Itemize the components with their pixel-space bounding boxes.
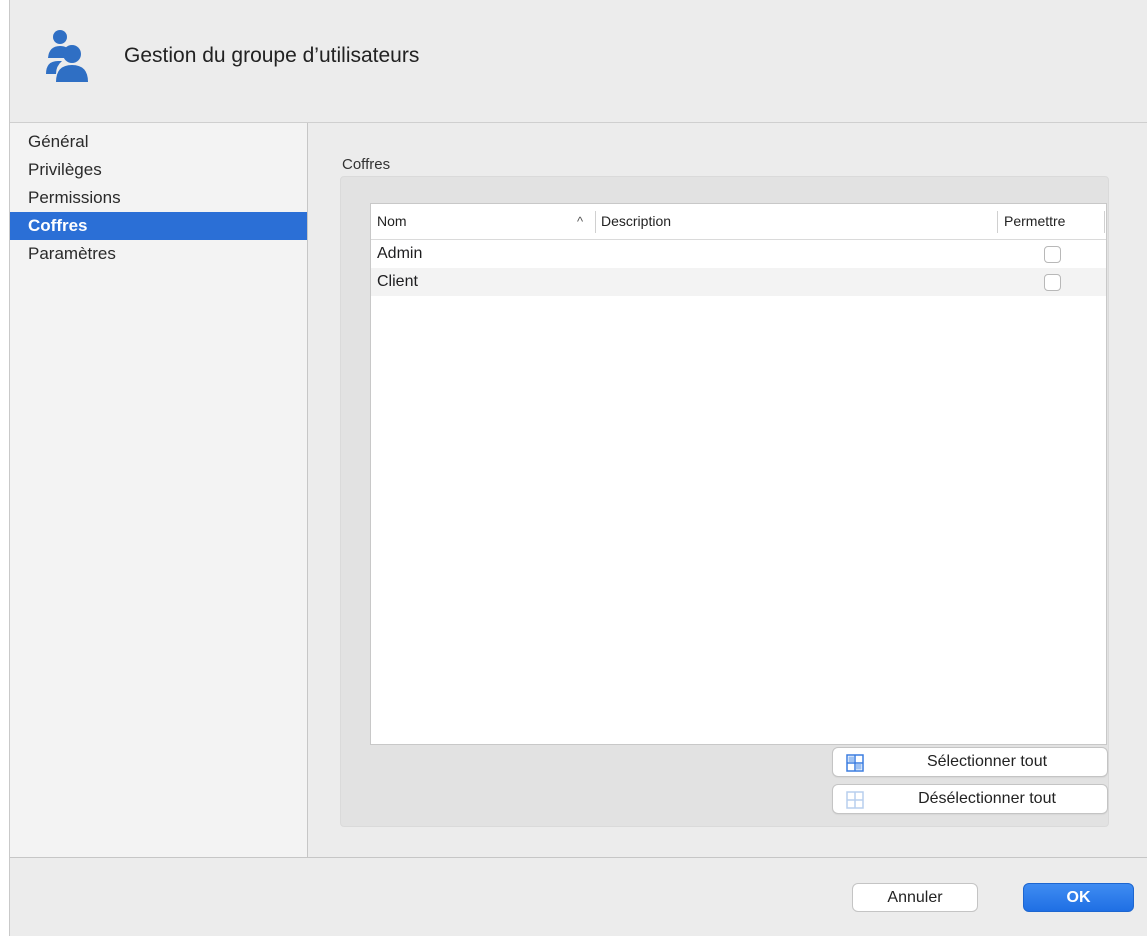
select-all-label: Sélectionner tout bbox=[926, 753, 1048, 770]
column-divider[interactable] bbox=[997, 211, 998, 233]
dialog-footer: Annuler OK bbox=[10, 857, 1147, 936]
coffres-table[interactable]: Nom ^ Description Permettre Admin Client bbox=[370, 203, 1107, 745]
permettre-checkbox[interactable] bbox=[1044, 274, 1061, 291]
column-divider[interactable] bbox=[1104, 211, 1105, 233]
group-label: Coffres bbox=[342, 156, 391, 173]
table-row[interactable]: Client bbox=[371, 268, 1106, 296]
sidebar-item-coffres[interactable]: Coffres bbox=[10, 212, 307, 240]
main-content: Coffres Nom ^ Description Permettre Admi… bbox=[308, 123, 1147, 857]
cancel-button[interactable]: Annuler bbox=[852, 883, 978, 912]
sidebar-item-parametres[interactable]: Paramètres bbox=[10, 240, 307, 268]
column-divider[interactable] bbox=[595, 211, 596, 233]
users-group-icon bbox=[46, 30, 88, 82]
dialog-header: Gestion du groupe d’utilisateurs bbox=[10, 0, 1147, 123]
coffres-group-box: Nom ^ Description Permettre Admin Client bbox=[340, 176, 1109, 827]
deselect-all-icon bbox=[846, 791, 864, 809]
column-header-description[interactable]: Description bbox=[601, 204, 671, 239]
table-header: Nom ^ Description Permettre bbox=[371, 204, 1106, 240]
cell-name: Admin bbox=[377, 245, 423, 262]
sidebar: Général Privilèges Permissions Coffres P… bbox=[10, 123, 308, 857]
column-header-nom[interactable]: Nom bbox=[377, 204, 407, 239]
deselect-all-button[interactable]: Désélectionner tout bbox=[832, 784, 1108, 814]
sidebar-item-privileges[interactable]: Privilèges bbox=[10, 156, 307, 184]
cell-name: Client bbox=[377, 273, 418, 290]
select-all-button[interactable]: Sélectionner tout bbox=[832, 747, 1108, 777]
dialog-window: Gestion du groupe d’utilisateurs Général… bbox=[9, 0, 1147, 936]
dialog-title: Gestion du groupe d’utilisateurs bbox=[124, 44, 420, 67]
sort-ascending-icon[interactable]: ^ bbox=[577, 204, 583, 239]
table-row[interactable]: Admin bbox=[371, 240, 1106, 268]
sidebar-item-general[interactable]: Général bbox=[10, 128, 307, 156]
permettre-checkbox[interactable] bbox=[1044, 246, 1061, 263]
ok-button[interactable]: OK bbox=[1023, 883, 1134, 912]
column-header-permettre[interactable]: Permettre bbox=[1004, 204, 1065, 239]
deselect-all-label: Désélectionner tout bbox=[918, 790, 1056, 807]
select-all-icon bbox=[846, 754, 864, 772]
sidebar-item-permissions[interactable]: Permissions bbox=[10, 184, 307, 212]
